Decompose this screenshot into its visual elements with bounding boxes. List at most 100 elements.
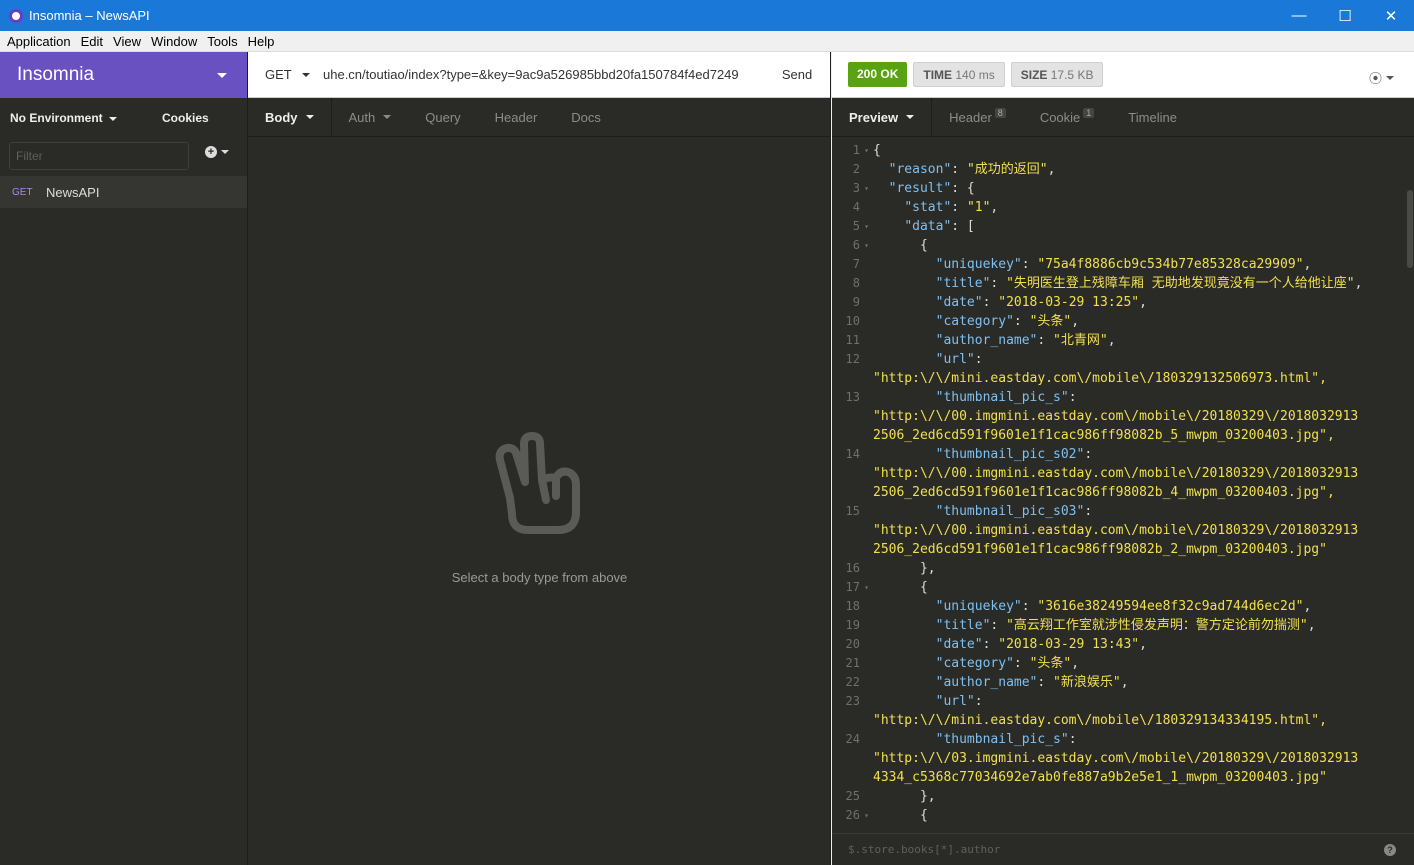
fold-toggle-icon[interactable]: ▾ <box>860 179 873 198</box>
chevron-down-icon <box>221 150 229 154</box>
code-wrapped-line: "http:\/\/00.imgmini.eastday.com\/mobile… <box>873 523 1359 538</box>
line-number: 18 <box>845 599 860 613</box>
help-icon[interactable]: ? <box>1384 844 1396 856</box>
tab-preview[interactable]: Preview <box>832 98 933 136</box>
tab-query[interactable]: Query <box>408 98 477 136</box>
json-punct: , <box>1107 333 1116 348</box>
tab-timeline[interactable]: Timeline <box>1111 98 1194 136</box>
tab-body[interactable]: Body <box>248 98 332 136</box>
json-punct: : <box>1013 656 1030 671</box>
json-punct: { <box>919 808 928 823</box>
fold-gutter <box>860 597 873 616</box>
fold-gutter <box>860 673 873 692</box>
json-key: "uniquekey" <box>935 257 1022 272</box>
response-json-viewer[interactable]: 1 ▾{2 "reason": "成功的返回", 3 ▾ "result": {4 "… <box>832 141 1414 829</box>
environment-selector[interactable]: No Environment <box>10 111 117 125</box>
json-punct: : <box>1068 390 1077 405</box>
size-badge: SIZE 17.5 KB <box>1010 62 1104 87</box>
tab-response-header[interactable]: Header 8 <box>932 98 1023 136</box>
response-scrollbar[interactable] <box>1407 190 1413 268</box>
tab-docs[interactable]: Docs <box>554 98 618 136</box>
fold-toggle-icon[interactable]: ▾ <box>860 141 873 160</box>
code-wrapped-line: 2506_2ed6cd591f9601e1f1cac986ff98082b_2_… <box>873 542 1327 557</box>
code-wrapped-line: "http:\/\/03.imgmini.eastday.com\/mobile… <box>873 751 1359 766</box>
line-number: 7 <box>852 257 860 271</box>
code-line: 13 "thumbnail_pic_s": <box>832 388 1414 407</box>
code-line: 6 ▾ { <box>832 236 1414 255</box>
code-text: "author_name": "新浪娱乐", <box>873 673 1414 692</box>
line-number: 2 <box>852 162 860 176</box>
maximize-button[interactable]: ☐ <box>1322 0 1368 31</box>
json-key: "date" <box>935 637 983 652</box>
menu-help[interactable]: Help <box>243 34 280 49</box>
fold-toggle-icon[interactable]: ▾ <box>860 806 873 825</box>
code-text: "category": "头条", <box>873 654 1414 673</box>
fold-gutter <box>860 654 873 673</box>
workspace-dropdown[interactable]: Insomnia <box>0 52 247 98</box>
json-key: "thumbnail_pic_s03" <box>935 504 1085 519</box>
code-wrapped-line: "http:\/\/mini.eastday.com\/mobile\/1803… <box>873 713 1327 728</box>
code-text: }, <box>873 559 1414 578</box>
tab-header[interactable]: Header <box>478 98 555 136</box>
json-key: "category" <box>935 656 1014 671</box>
url-input[interactable]: uhe.cn/toutiao/index?type=&key=9ac9a5269… <box>314 67 764 82</box>
line-number: 23 <box>845 694 860 708</box>
code-text: "category": "头条", <box>873 312 1414 331</box>
code-line: 25 }, <box>832 787 1414 806</box>
response-status-bar: 200 OK TIME 140 ms SIZE 17.5 KB ⦿ <box>832 52 1414 98</box>
minimize-button[interactable]: — <box>1276 0 1322 31</box>
menu-tools[interactable]: Tools <box>202 34 242 49</box>
json-punct: : <box>1021 257 1038 272</box>
code-text: "uniquekey": "3616e38249594ee8f32c9ad744… <box>873 597 1414 616</box>
json-string: "成功的返回" <box>966 162 1048 177</box>
code-text: "date": "2018-03-29 13:25", <box>873 293 1414 312</box>
line-number: 26 <box>845 808 860 822</box>
line-number: 17 <box>845 580 860 594</box>
code-line: 9 "date": "2018-03-29 13:25", <box>832 293 1414 312</box>
code-text: "author_name": "北青网", <box>873 331 1414 350</box>
fold-gutter <box>860 559 873 578</box>
cookies-button[interactable]: Cookies <box>162 111 209 125</box>
code-text: "url": <box>873 692 1414 711</box>
tab-auth[interactable]: Auth <box>332 98 409 136</box>
json-punct: , <box>1139 295 1147 310</box>
fold-toggle-icon[interactable]: ▾ <box>860 236 873 255</box>
json-key: "url" <box>935 694 975 709</box>
code-line: 2 "reason": "成功的返回", <box>832 160 1414 179</box>
add-request-button[interactable]: + <box>205 146 229 158</box>
code-text: { <box>873 806 1414 825</box>
line-number: 10 <box>845 314 860 328</box>
menu-application[interactable]: Application <box>2 34 76 49</box>
sidebar-request-item[interactable]: GET NewsAPI <box>0 176 247 208</box>
json-punct: : <box>982 295 999 310</box>
sidebar-filter-input[interactable] <box>9 142 189 170</box>
code-line: 16 }, <box>832 559 1414 578</box>
json-key: "stat" <box>904 200 952 215</box>
json-key: "author_name" <box>935 333 1038 348</box>
line-number: 21 <box>845 656 860 670</box>
size-label: SIZE <box>1020 68 1048 82</box>
json-string: "新浪娱乐" <box>1053 675 1121 690</box>
json-key: "author_name" <box>935 675 1038 690</box>
tab-cookie[interactable]: Cookie 1 <box>1023 98 1111 136</box>
response-filter-input[interactable] <box>848 843 1368 856</box>
code-text: }, <box>873 787 1414 806</box>
close-button[interactable]: ✕ <box>1368 0 1414 31</box>
json-punct: : <box>951 162 967 177</box>
code-line: 4 "stat": "1", <box>832 198 1414 217</box>
menu-window[interactable]: Window <box>146 34 202 49</box>
window-controls: — ☐ ✕ <box>1276 0 1414 31</box>
menu-edit[interactable]: Edit <box>76 34 108 49</box>
fold-toggle-icon[interactable]: ▾ <box>860 217 873 236</box>
response-history-dropdown[interactable]: ⦿ <box>1369 68 1394 87</box>
line-number: 9 <box>852 295 860 309</box>
json-punct: { <box>919 580 928 595</box>
method-dropdown[interactable]: GET <box>248 67 314 82</box>
size-value: 17.5 KB <box>1050 68 1094 82</box>
menu-view[interactable]: View <box>108 34 146 49</box>
code-text: "result": { <box>873 179 1414 198</box>
fold-gutter <box>860 331 873 350</box>
send-button[interactable]: Send <box>764 67 830 82</box>
fold-gutter <box>860 293 873 312</box>
fold-toggle-icon[interactable]: ▾ <box>860 578 873 597</box>
